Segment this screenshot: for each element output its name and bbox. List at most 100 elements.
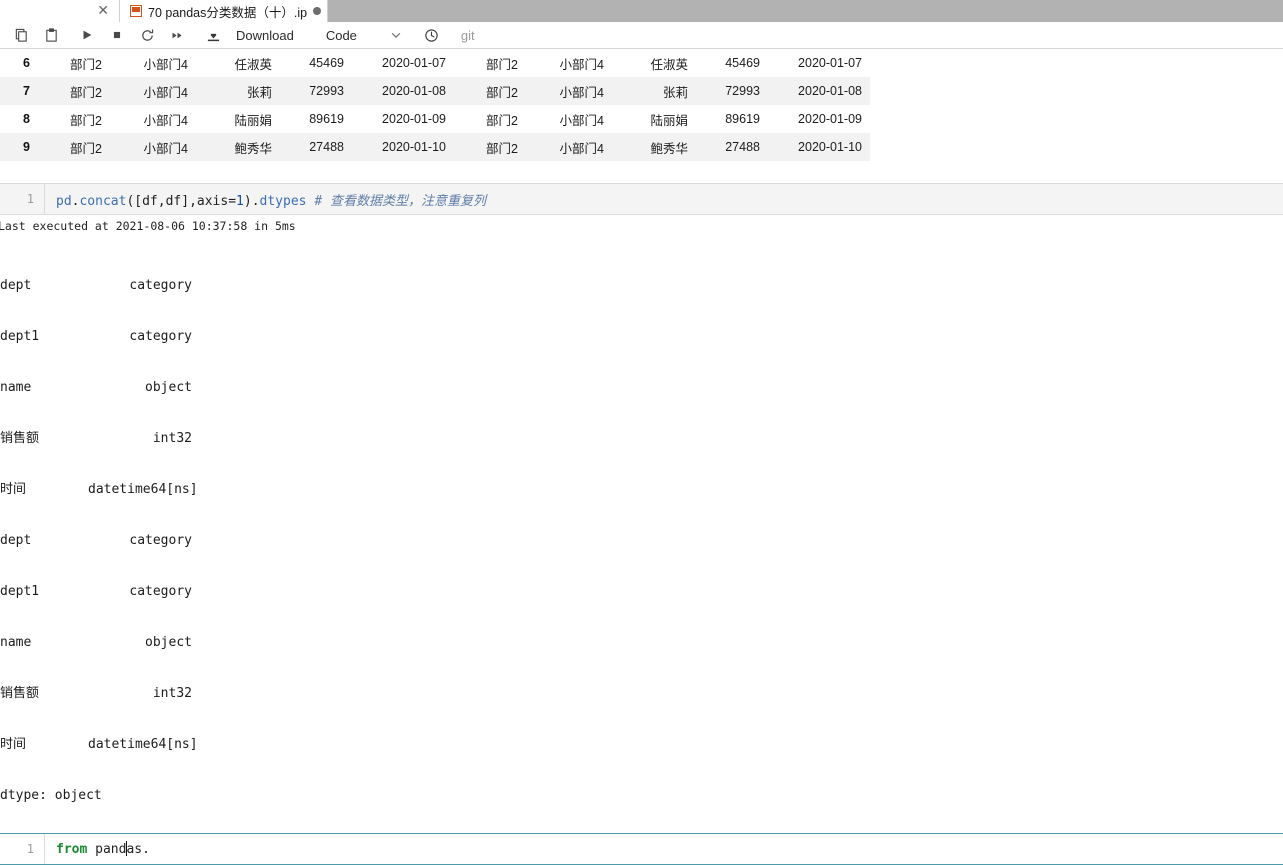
git-label[interactable]: git — [453, 28, 483, 43]
cell-text-output: dept category dept1 category name object 销售… — [0, 233, 1283, 821]
output-value: int32 — [152, 431, 192, 446]
output-value: category — [129, 584, 192, 599]
output-label: 销售额 — [0, 431, 40, 446]
dataframe-output: 6 部门2 小部门4 任淑英 45469 2020-01-07 部门2 小部门4… — [0, 49, 1283, 161]
cell-date: 2020-01-07 — [382, 56, 446, 70]
row-index: 9 — [23, 140, 30, 154]
restart-kernel-button[interactable] — [132, 23, 162, 47]
cell-name-2: 鲍秀华 — [650, 141, 688, 156]
download-icon — [206, 28, 221, 43]
table-row: 7 部门2 小部门4 张莉 72993 2020-01-08 部门2 小部门4 … — [0, 77, 870, 105]
download-label[interactable]: Download — [228, 28, 302, 43]
line-number: 1 — [26, 842, 34, 856]
dataframe-body: 6 部门2 小部门4 任淑英 45469 2020-01-07 部门2 小部门4… — [0, 49, 870, 161]
cell-dept1: 小部门4 — [143, 141, 188, 156]
output-label: name — [0, 380, 32, 395]
output-line: dept category — [0, 277, 1283, 294]
toolbar: Download Code git — [0, 22, 1283, 49]
cell-dept1-2: 小部门4 — [559, 141, 604, 156]
clock-icon — [424, 28, 439, 43]
cell-name-2: 任淑英 — [650, 57, 688, 72]
cell-dept-2: 部门2 — [486, 57, 518, 72]
stop-icon — [110, 28, 124, 42]
run-cell-button[interactable] — [72, 23, 102, 47]
token-function: concat — [79, 193, 127, 209]
output-footer: dtype: object — [0, 788, 102, 803]
row-index: 7 — [23, 84, 30, 98]
output-line: name object — [0, 634, 1283, 651]
output-line: dept category — [0, 532, 1283, 549]
token-module: pd — [56, 193, 72, 209]
output-label: dept — [0, 278, 32, 293]
active-code-cell[interactable]: 1 from pandas. — [0, 833, 1283, 865]
code-text[interactable]: pd.concat([df,df],axis=1).dtypes # 查看数据类… — [45, 190, 486, 209]
cell-date: 2020-01-08 — [382, 84, 446, 98]
code-label[interactable]: Code — [318, 28, 365, 43]
executed-code-cell[interactable]: 1 pd.concat([df,df],axis=1).dtypes # 查看数… — [0, 183, 1283, 215]
cell-sales-2: 27488 — [725, 140, 760, 154]
cell-dept: 部门2 — [70, 113, 102, 128]
cell-name: 任淑英 — [234, 57, 272, 72]
tab-notebook[interactable]: 70 pandas分类数据（十）.ip — [120, 0, 329, 22]
output-label: dept1 — [0, 329, 40, 344]
output-value: category — [129, 278, 192, 293]
token-comment: # 查看数据类型，注意重复列 — [314, 193, 486, 209]
token-text-after-caret: as. — [126, 842, 150, 857]
fast-forward-icon — [170, 28, 185, 43]
output-label: name — [0, 635, 32, 650]
chevron-down-icon — [389, 28, 403, 42]
notebook-icon — [130, 5, 142, 17]
output-label: dept — [0, 533, 32, 548]
cell-sales: 27488 — [309, 140, 344, 154]
output-value: object — [145, 380, 192, 395]
token-args-close: ) — [243, 193, 252, 209]
output-value: category — [129, 329, 192, 344]
stop-button[interactable] — [102, 23, 132, 47]
dataframe-table: 6 部门2 小部门4 任淑英 45469 2020-01-07 部门2 小部门4… — [0, 49, 870, 161]
download-button[interactable] — [198, 23, 228, 47]
cell-dept-2: 部门2 — [486, 85, 518, 100]
copy-icon — [14, 28, 29, 43]
cell-dept1: 小部门4 — [143, 85, 188, 100]
cell-name: 鲍秀华 — [234, 141, 272, 156]
output-label: 时间 — [0, 737, 27, 752]
output-value: object — [145, 635, 192, 650]
table-row: 9 部门2 小部门4 鲍秀华 27488 2020-01-10 部门2 小部门4… — [0, 133, 870, 161]
token-attribute: dtypes — [259, 193, 307, 209]
restart-icon — [140, 28, 155, 43]
cell-dept: 部门2 — [70, 141, 102, 156]
cell-name: 陆丽娟 — [234, 113, 272, 128]
copy-button[interactable] — [6, 23, 36, 47]
cell-dept1: 小部门4 — [143, 57, 188, 72]
unsaved-indicator-icon — [313, 7, 322, 15]
run-all-button[interactable] — [162, 23, 192, 47]
more-options-button[interactable] — [381, 23, 411, 47]
cell-date: 2020-01-09 — [382, 112, 446, 126]
tab-blank[interactable]: ✕ — [0, 0, 120, 22]
cell-name-2: 陆丽娟 — [650, 113, 688, 128]
cell-sales: 45469 — [309, 56, 344, 70]
paste-icon — [44, 27, 59, 43]
paste-button[interactable] — [36, 23, 66, 47]
cell-date-2: 2020-01-10 — [798, 140, 862, 154]
output-line: name object — [0, 379, 1283, 396]
active-code-input[interactable]: from pandas. — [45, 841, 150, 857]
close-icon[interactable]: ✕ — [97, 4, 109, 18]
tab-bar: ✕ 70 pandas分类数据（十）.ip — [0, 0, 1283, 22]
cell-sales-2: 45469 — [725, 56, 760, 70]
output-line: 时间 datetime64[ns] — [0, 481, 1283, 498]
cell-sales: 72993 — [309, 84, 344, 98]
output-label: 时间 — [0, 482, 27, 497]
token-number: 1 — [236, 193, 244, 209]
cell-dept1-2: 小部门4 — [559, 113, 604, 128]
cell-name-2: 张莉 — [662, 85, 688, 100]
table-row: 8 部门2 小部门4 陆丽娟 89619 2020-01-09 部门2 小部门4… — [0, 105, 870, 133]
output-label: 销售额 — [0, 686, 40, 701]
output-line: 销售额 int32 — [0, 430, 1283, 447]
row-index: 6 — [23, 56, 30, 70]
cell-dept-2: 部门2 — [486, 113, 518, 128]
output-line: 时间 datetime64[ns] — [0, 736, 1283, 753]
token-args-open: ([df,df],axis= — [126, 193, 237, 209]
history-button[interactable] — [417, 23, 447, 47]
cell-dept1-2: 小部门4 — [559, 57, 604, 72]
